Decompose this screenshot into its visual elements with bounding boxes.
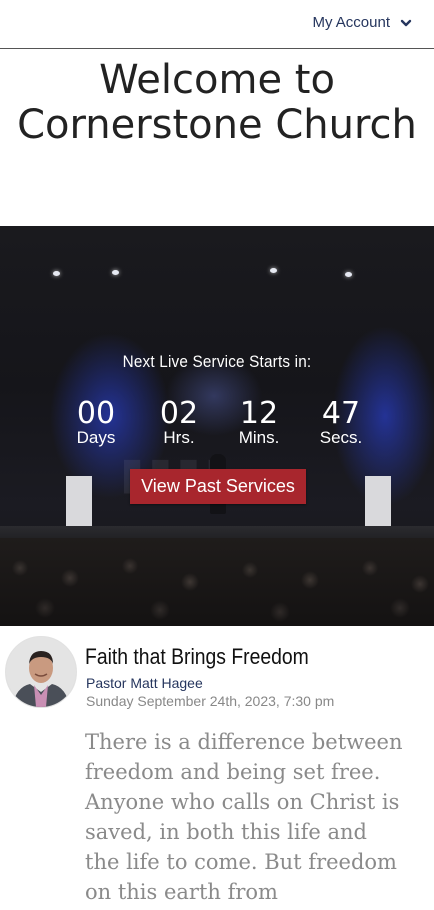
- pastor-photo: [6, 637, 76, 707]
- countdown-seconds-value: 47: [321, 396, 361, 431]
- countdown-seconds-label: Secs.: [319, 428, 363, 447]
- stage-light: [270, 268, 277, 273]
- sermon-pastor: Pastor Matt Hagee: [86, 675, 203, 691]
- countdown-timer: 00 Days 02 Hrs. 12 Mins. 47 Secs.: [0, 398, 434, 458]
- stage-chair: [66, 476, 92, 526]
- top-nav: My Account: [0, 0, 434, 49]
- page-title: Welcome to Cornerstone Church: [17, 57, 417, 148]
- stage-chair: [365, 476, 391, 526]
- countdown-minutes-value: 12: [239, 396, 279, 431]
- countdown-hours-value: 02: [159, 396, 199, 431]
- countdown-minutes: 12 Mins.: [219, 398, 299, 448]
- countdown-hours: 02 Hrs.: [139, 398, 219, 448]
- chevron-down-icon: [400, 19, 412, 26]
- stage-light: [53, 271, 60, 276]
- countdown-seconds: 47 Secs.: [301, 398, 381, 448]
- my-account-label: My Account: [312, 14, 390, 31]
- sermon-card[interactable]: Faith that Brings Freedom Pastor Matt Ha…: [0, 626, 434, 910]
- countdown-minutes-label: Mins.: [238, 428, 280, 447]
- my-account-menu[interactable]: My Account: [312, 14, 412, 31]
- view-past-services-button[interactable]: View Past Services: [130, 469, 306, 504]
- live-service-hero: ▮▮▮▮ Next Live Service Starts in: 00 Day…: [0, 226, 434, 626]
- sermon-title[interactable]: Faith that Brings Freedom: [85, 644, 309, 670]
- sermon-description: There is a difference between freedom an…: [85, 730, 403, 904]
- countdown-days: 00 Days: [56, 398, 136, 448]
- stage-light: [112, 270, 119, 275]
- sermon-date: Sunday September 24th, 2023, 7:30 pm: [86, 693, 335, 709]
- countdown-heading: Next Live Service Starts in:: [122, 352, 312, 371]
- countdown: Next Live Service Starts in: 00 Days 02 …: [0, 352, 434, 447]
- congregation: [0, 538, 434, 626]
- countdown-days-value: 00: [76, 396, 116, 431]
- stage-light: [345, 272, 352, 277]
- countdown-days-label: Days: [76, 428, 116, 447]
- pastor-avatar: [5, 636, 77, 708]
- countdown-hours-label: Hrs.: [163, 428, 195, 447]
